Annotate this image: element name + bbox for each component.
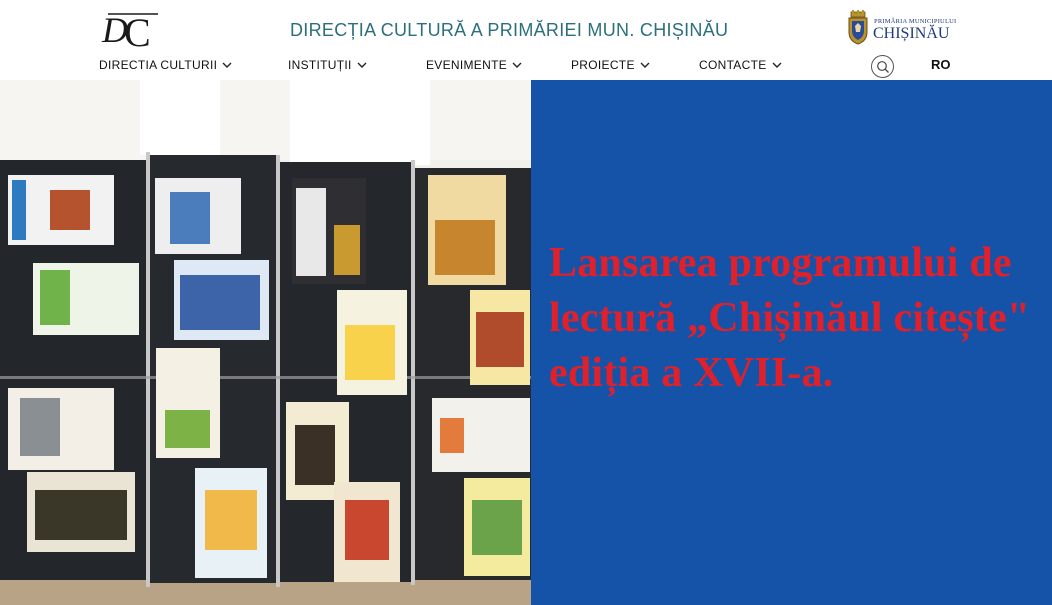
exhibition-panels-image [0, 80, 531, 605]
nav-item-proiecte[interactable]: PROIECTE [571, 58, 650, 72]
nav-item-evenimente[interactable]: EVENIMENTE [426, 58, 522, 72]
nav-item-label: PROIECTE [571, 58, 635, 72]
city-crest-icon [848, 10, 868, 45]
primaria-logo-title: CHIȘINĂU [873, 25, 950, 42]
search-icon [877, 61, 889, 73]
nav-item-label: CONTACTE [699, 58, 767, 72]
announcement-title[interactable]: Lansarea programului de lectură „Chișină… [549, 236, 1049, 401]
site-header: D C DIRECȚIA CULTURĂ A PRIMĂRIEI MUN. CH… [0, 0, 1052, 80]
announcement-panel[interactable]: Lansarea programului de lectură „Chișină… [531, 80, 1052, 605]
nav-item-institutii[interactable]: INSTITUȚII [288, 58, 367, 72]
nav-item-label: DIRECTIA CULTURII [99, 58, 218, 72]
hero-banner[interactable]: Lansarea programului de lectură „Chișină… [0, 80, 1052, 605]
chevron-down-icon [357, 62, 367, 68]
svg-text:C: C [124, 10, 151, 50]
chevron-down-icon [640, 62, 650, 68]
chevron-down-icon [772, 62, 782, 68]
nav-item-directia-culturii[interactable]: DIRECTIA CULTURII [99, 58, 232, 72]
nav-item-contacte[interactable]: CONTACTE [699, 58, 782, 72]
site-title[interactable]: DIRECȚIA CULTURĂ A PRIMĂRIEI MUN. CHIȘIN… [290, 20, 728, 41]
dc-logo[interactable]: D C [100, 8, 162, 50]
chevron-down-icon [512, 62, 522, 68]
exhibition-photo [0, 80, 531, 605]
language-selector[interactable]: RO [931, 57, 951, 72]
main-nav: DIRECTIA CULTURII INSTITUȚII EVENIMENTE … [0, 58, 1052, 78]
nav-item-label: EVENIMENTE [426, 58, 508, 72]
chevron-down-icon [222, 62, 232, 68]
primaria-logo[interactable]: PRIMĂRIA MUNICIPIULUI CHIȘINĂU [846, 10, 956, 50]
primaria-logo-caption: PRIMĂRIA MUNICIPIULUI [874, 18, 957, 25]
search-button[interactable] [871, 55, 894, 78]
nav-item-label: INSTITUȚII [288, 58, 352, 72]
